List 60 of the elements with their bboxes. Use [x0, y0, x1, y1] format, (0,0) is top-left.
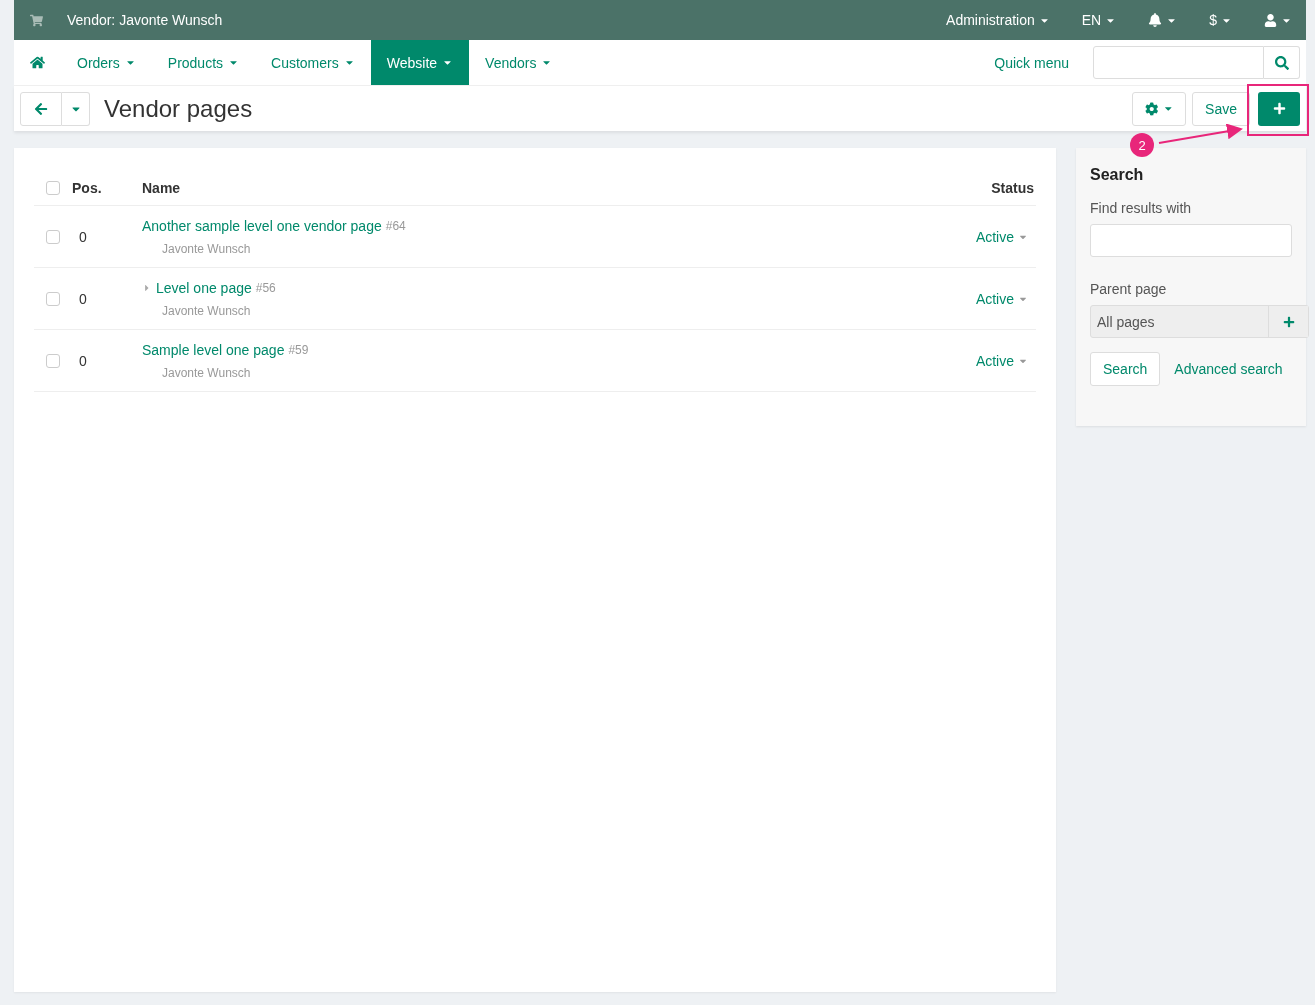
cart-icon[interactable]: [30, 13, 43, 27]
select-all-checkbox[interactable]: [46, 180, 60, 195]
page-id: #56: [255, 280, 276, 295]
user-menu[interactable]: [1264, 13, 1292, 27]
back-arrow-icon: [34, 101, 48, 116]
position-cell-text: 0: [78, 228, 88, 245]
nav-tab[interactable]: Orders: [61, 40, 152, 85]
page-link[interactable]: Level one page: [156, 279, 252, 296]
nav-tab[interactable]: Website: [370, 40, 470, 85]
row-checkbox[interactable]: [46, 353, 60, 368]
row-checkbox[interactable]: [46, 291, 60, 306]
nav-tab[interactable]: Customers: [255, 40, 371, 85]
position-cell-text: 0: [78, 290, 88, 307]
save-button[interactable]: Save: [1192, 91, 1250, 126]
settings-button[interactable]: [1132, 91, 1187, 126]
parent-page-select[interactable]: All pages: [1090, 305, 1309, 338]
status-dropdown[interactable]: Active: [975, 228, 1028, 245]
column-header: Pos.: [72, 179, 103, 196]
page-link[interactable]: Sample level one page: [142, 341, 285, 358]
top-menu[interactable]: EN: [1081, 12, 1117, 28]
row-checkbox[interactable]: [46, 229, 60, 244]
position-cell-text: 0: [78, 352, 88, 369]
notifications-menu[interactable]: [1148, 13, 1178, 27]
nav-tab[interactable]: Products: [151, 40, 256, 85]
input-field[interactable]: [1090, 224, 1292, 257]
column-header: Name: [142, 179, 182, 196]
search-icon: [1274, 55, 1289, 70]
add-button[interactable]: [1258, 91, 1300, 126]
user-icon: [1264, 13, 1277, 27]
search-field[interactable]: [1093, 46, 1264, 79]
back-button[interactable]: [20, 91, 62, 126]
page-link[interactable]: Another sample level one vendor page: [142, 217, 382, 234]
add-button[interactable]: [1268, 306, 1308, 337]
vendor-name: Javonte Wunsch: [162, 303, 252, 318]
page-title: Vendor pages: [104, 94, 254, 123]
store-title: Vendor: Javonte Wunsch: [67, 12, 224, 28]
field-label: Parent page: [1090, 281, 1168, 297]
plus-icon: [1282, 315, 1295, 328]
page-id: #59: [288, 342, 309, 357]
status-dropdown[interactable]: Active: [975, 352, 1028, 369]
page-id: #64: [385, 218, 406, 233]
search-button[interactable]: Search: [1090, 352, 1161, 386]
sidebar-title: Search: [1090, 166, 1145, 184]
field-label: Find results with: [1090, 200, 1193, 216]
top-menu[interactable]: $: [1209, 12, 1232, 28]
highlight-frame: [1247, 84, 1309, 136]
plus-icon: [1272, 102, 1286, 115]
column-header: Status: [991, 179, 1034, 196]
nav-tab[interactable]: Vendors: [469, 40, 569, 85]
gear-icon: [1145, 101, 1159, 116]
home-icon[interactable]: [30, 55, 45, 70]
bell-icon: [1148, 13, 1163, 27]
top-menu[interactable]: Administration: [946, 12, 1050, 28]
vendor-name: Javonte Wunsch: [162, 365, 252, 380]
quick-menu-link[interactable]: Quick menu: [994, 54, 1069, 71]
vendor-name: Javonte Wunsch: [162, 241, 252, 256]
status-dropdown[interactable]: Active: [975, 290, 1028, 307]
search-button[interactable]: [1264, 46, 1300, 79]
advanced-search-link[interactable]: Advanced search: [1174, 361, 1283, 377]
step-badge: 2: [1130, 133, 1154, 157]
